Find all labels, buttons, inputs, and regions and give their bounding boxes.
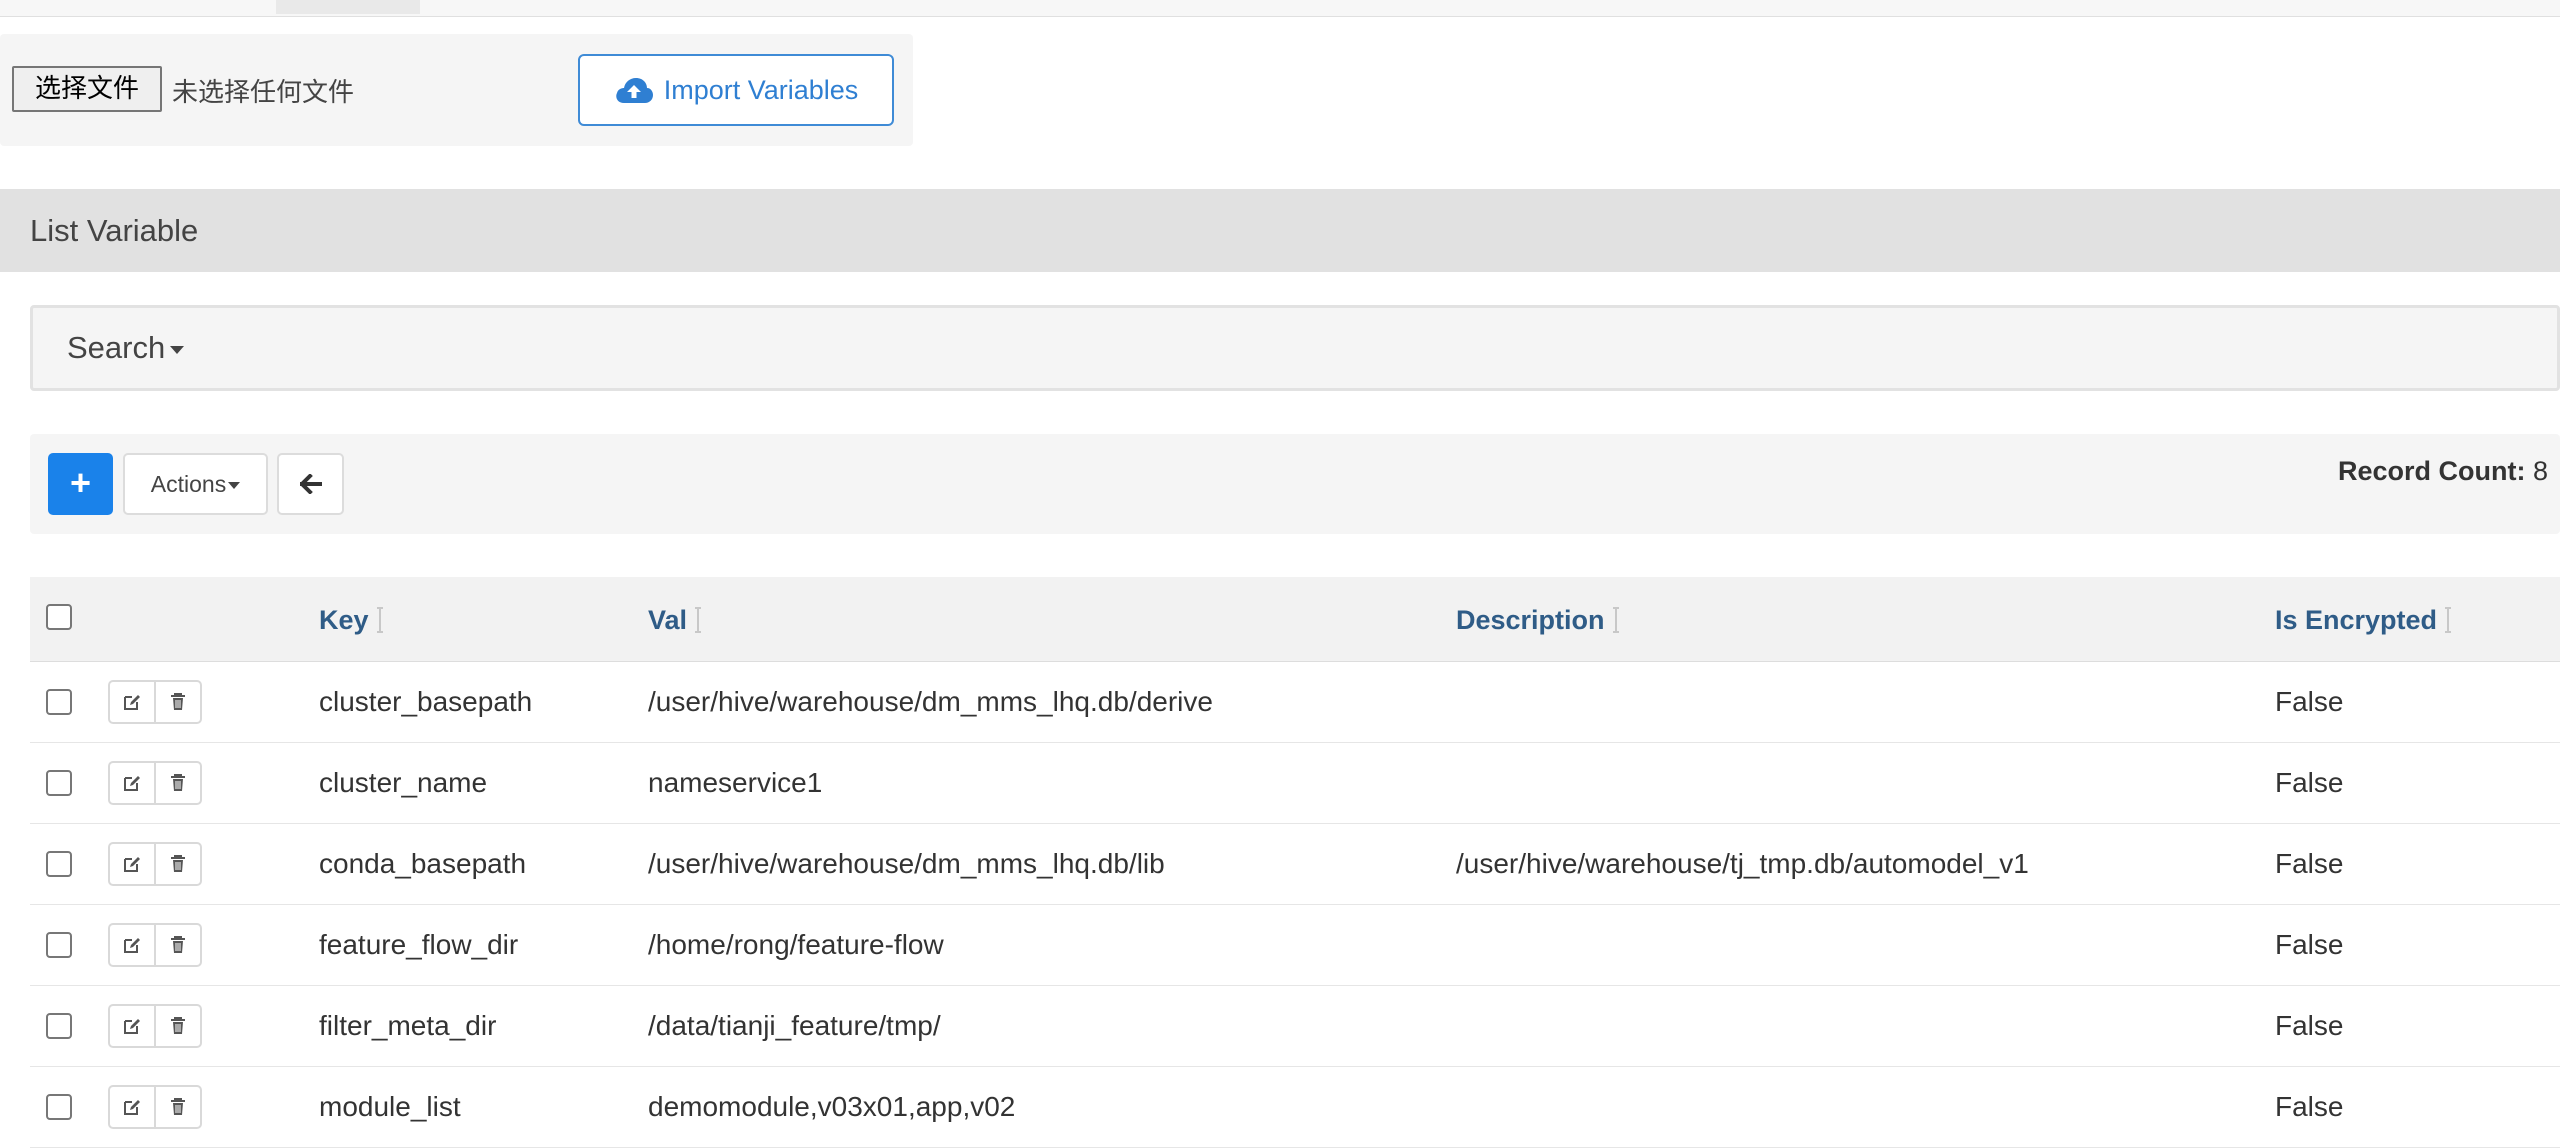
row-actions — [108, 923, 202, 967]
edit-button[interactable] — [110, 925, 154, 965]
table-row: conda_basepath /user/hive/warehouse/dm_m… — [30, 824, 2560, 905]
table-row: cluster_name nameservice1 False — [30, 743, 2560, 824]
search-dropdown[interactable]: Search — [30, 305, 2560, 391]
cell-val: nameservice1 — [648, 767, 823, 798]
list-toolbar: + Actions Record Count: 8 — [30, 434, 2560, 534]
cell-is-encrypted: False — [2275, 767, 2344, 798]
delete-button[interactable] — [154, 1087, 200, 1127]
actions-dropdown[interactable]: Actions — [123, 453, 268, 515]
row-checkbox[interactable] — [46, 1094, 72, 1120]
edit-icon — [124, 695, 140, 710]
actions-label: Actions — [150, 471, 227, 497]
table-row: cluster_basepath /user/hive/warehouse/dm… — [30, 662, 2560, 743]
edit-icon — [124, 857, 140, 872]
header-is-encrypted-label: Is Encrypted — [2275, 605, 2438, 635]
cell-is-encrypted: False — [2275, 1010, 2344, 1041]
cell-description: /user/hive/warehouse/tj_tmp.db/automodel… — [1456, 848, 2029, 879]
sort-icon — [695, 607, 702, 633]
delete-button[interactable] — [154, 844, 200, 884]
row-checkbox[interactable] — [46, 851, 72, 877]
cell-key: cluster_basepath — [319, 686, 533, 717]
table-row: module_list demomodule,v03x01,app,v02 Fa… — [30, 1067, 2560, 1148]
import-variables-button[interactable]: Import Variables — [578, 54, 894, 126]
row-actions — [108, 1004, 202, 1048]
cell-is-encrypted: False — [2275, 929, 2344, 960]
edit-button[interactable] — [110, 763, 154, 803]
trash-icon — [171, 855, 185, 872]
variables-table: Key Val Description Is Encrypted cluster… — [30, 577, 2560, 1148]
cell-key: cluster_name — [319, 767, 488, 798]
delete-button[interactable] — [154, 1006, 200, 1046]
top-navbar — [0, 0, 2560, 17]
back-button[interactable] — [277, 453, 344, 515]
row-actions — [108, 761, 202, 805]
edit-button[interactable] — [110, 682, 154, 722]
header-is-encrypted[interactable]: Is Encrypted — [2275, 605, 2452, 636]
row-checkbox[interactable] — [46, 689, 72, 715]
arrow-left-icon — [299, 474, 322, 494]
edit-button[interactable] — [110, 1006, 154, 1046]
caret-down-icon — [170, 345, 185, 354]
import-variables-label: Import Variables — [663, 74, 859, 105]
cell-is-encrypted: False — [2275, 848, 2344, 879]
header-val-label: Val — [648, 605, 688, 635]
cell-is-encrypted: False — [2275, 686, 2344, 717]
select-all-checkbox[interactable] — [46, 604, 72, 630]
row-actions — [108, 842, 202, 886]
sort-icon — [2445, 607, 2452, 633]
cell-val: /user/hive/warehouse/dm_mms_lhq.db/deriv… — [648, 686, 1213, 717]
sort-icon — [1612, 607, 1619, 633]
cell-key: feature_flow_dir — [319, 929, 519, 960]
sort-icon — [376, 607, 383, 633]
edit-button[interactable] — [110, 1087, 154, 1127]
edit-icon — [124, 776, 140, 791]
trash-icon — [171, 774, 185, 791]
caret-down-icon — [228, 482, 241, 490]
file-status-text: 未选择任何文件 — [172, 78, 355, 108]
edit-icon — [124, 938, 140, 953]
table-row: feature_flow_dir /home/rong/feature-flow… — [30, 905, 2560, 986]
row-checkbox[interactable] — [46, 770, 72, 796]
record-count: Record Count: 8 — [2338, 456, 2548, 487]
edit-icon — [124, 1019, 140, 1034]
cloud-upload-icon — [615, 78, 653, 103]
trash-icon — [171, 1098, 185, 1115]
table-row: filter_meta_dir /data/tianji_feature/tmp… — [30, 986, 2560, 1067]
cell-val: /data/tianji_feature/tmp/ — [648, 1010, 941, 1041]
panel-title: List Variable — [0, 189, 2560, 272]
header-val[interactable]: Val — [648, 605, 702, 636]
row-checkbox[interactable] — [46, 932, 72, 958]
choose-file-button[interactable]: 选择文件 — [12, 66, 162, 112]
cell-is-encrypted: False — [2275, 1091, 2344, 1122]
row-checkbox[interactable] — [46, 1013, 72, 1039]
trash-icon — [171, 1017, 185, 1034]
header-description[interactable]: Description — [1456, 605, 1619, 636]
cell-val: demomodule,v03x01,app,v02 — [648, 1091, 1016, 1122]
nav-active-tab[interactable] — [276, 0, 420, 14]
cell-key: filter_meta_dir — [319, 1010, 497, 1041]
record-count-label: Record Count: — [2337, 456, 2526, 486]
row-actions — [108, 1085, 202, 1129]
table-header: Key Val Description Is Encrypted — [30, 577, 2560, 662]
header-description-label: Description — [1456, 605, 1605, 635]
cell-key: module_list — [319, 1091, 461, 1122]
search-label: Search — [67, 330, 166, 365]
record-count-value: 8 — [2532, 456, 2548, 486]
row-actions — [108, 680, 202, 724]
delete-button[interactable] — [154, 925, 200, 965]
trash-icon — [171, 936, 185, 953]
header-key-label: Key — [319, 605, 369, 635]
delete-button[interactable] — [154, 682, 200, 722]
cell-val: /user/hive/warehouse/dm_mms_lhq.db/lib — [648, 848, 1165, 879]
header-key[interactable]: Key — [319, 605, 383, 636]
cell-key: conda_basepath — [319, 848, 527, 879]
add-variable-button[interactable]: + — [48, 453, 113, 515]
trash-icon — [171, 693, 185, 710]
edit-icon — [124, 1100, 140, 1115]
edit-button[interactable] — [110, 844, 154, 884]
delete-button[interactable] — [154, 763, 200, 803]
cell-val: /home/rong/feature-flow — [648, 929, 944, 960]
